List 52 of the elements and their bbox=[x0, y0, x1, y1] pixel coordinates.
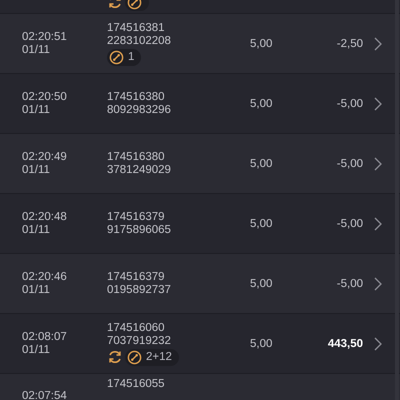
result-amount: -5,00 bbox=[336, 218, 363, 230]
chevron-right-icon bbox=[374, 276, 382, 290]
chevron-right-icon bbox=[374, 36, 382, 50]
refresh-icon bbox=[107, 349, 123, 365]
date-text: 01/11 bbox=[22, 44, 51, 56]
time-text: 02:20:46 bbox=[22, 270, 68, 284]
date-text: 01/11 bbox=[22, 164, 51, 176]
coin-icon bbox=[127, 350, 142, 364]
round-id-text: 0195892737 bbox=[107, 284, 172, 296]
round-id-text: 8092983296 bbox=[107, 104, 172, 116]
result-amount: -2,50 bbox=[336, 38, 363, 50]
round-id-text: 174516379 bbox=[107, 210, 166, 224]
transaction-row[interactable]: 02:20:49 01/11 174516380 3781249029 5,00 -5,00 bbox=[0, 133, 400, 193]
chevron-right-icon bbox=[374, 216, 382, 230]
transaction-row[interactable]: 02:20:51 01/11 174516381 2283102208 1 5,00 -2,50 bbox=[0, 13, 400, 73]
time-text: 02:07:54 bbox=[22, 390, 68, 400]
date-text: 01/11 bbox=[22, 284, 51, 296]
chevron-right-icon bbox=[374, 96, 382, 110]
bonus-badge: 1 bbox=[107, 48, 142, 66]
time-text: 02:20:50 bbox=[22, 90, 68, 104]
transaction-row[interactable]: 02:20:46 01/11 174516379 0195892737 5,00 -5,00 bbox=[0, 253, 400, 313]
coin-icon bbox=[109, 50, 124, 64]
result-amount: 443,50 bbox=[326, 338, 363, 350]
time-text: 02:20:51 bbox=[22, 30, 68, 44]
stake-amount: 5,00 bbox=[250, 338, 274, 350]
stake-amount: 5,00 bbox=[250, 38, 274, 50]
result-amount: -5,00 bbox=[336, 98, 363, 110]
stake-amount: 5,00 bbox=[250, 98, 274, 110]
bonus-badge: 2+12 bbox=[125, 348, 179, 366]
result-amount: -5,00 bbox=[336, 278, 363, 290]
date-text: 01/11 bbox=[22, 104, 51, 116]
round-id-text: 174516381 bbox=[107, 22, 166, 34]
result-amount: -5,00 bbox=[336, 158, 363, 170]
round-id-text: 174516060 bbox=[107, 322, 166, 334]
date-text: 01/11 bbox=[22, 344, 51, 356]
time-text: 02:20:48 bbox=[22, 210, 68, 224]
time-text: 02:08:07 bbox=[22, 330, 68, 344]
chevron-right-icon bbox=[374, 156, 382, 170]
round-id-text: 7037919232 bbox=[107, 334, 172, 348]
round-id-text: 2283102208 bbox=[107, 34, 172, 48]
round-id-text: 174516379 bbox=[107, 270, 166, 284]
stake-amount: 5,00 bbox=[250, 158, 274, 170]
round-id-text: 174516380 bbox=[107, 90, 166, 104]
chevron-right-icon bbox=[374, 336, 382, 350]
time-text: 02:20:49 bbox=[22, 150, 68, 164]
stake-amount: 5,00 bbox=[250, 278, 274, 290]
round-id-text: 174516380 bbox=[107, 150, 166, 164]
stake-amount: 5,00 bbox=[250, 218, 274, 230]
round-id-text: 3781249029 bbox=[107, 164, 172, 176]
round-id-text: 174516055 bbox=[107, 378, 166, 391]
round-id-text: 9175896065 bbox=[107, 224, 172, 236]
date-text: 01/11 bbox=[22, 224, 51, 236]
